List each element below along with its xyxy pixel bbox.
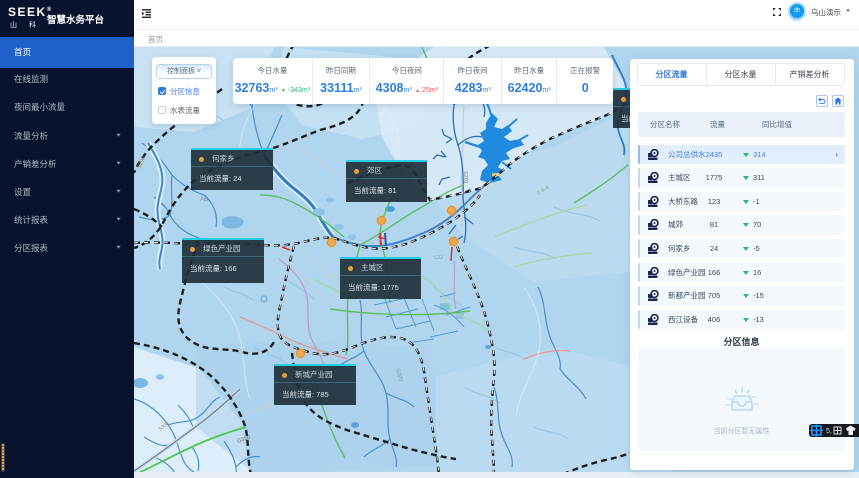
svg-text:S201: S201 <box>462 171 468 184</box>
svg-text:CD: CD <box>434 255 443 261</box>
svg-text:AB: AB <box>200 197 208 203</box>
svg-text:5,: 5, <box>826 428 832 435</box>
